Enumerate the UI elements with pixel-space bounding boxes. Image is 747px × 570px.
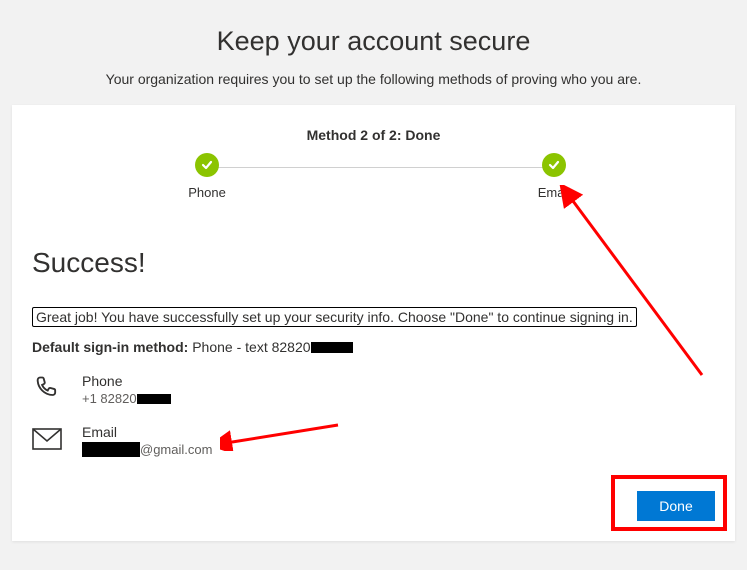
phone-icon <box>32 373 62 403</box>
redacted-text <box>311 342 353 353</box>
default-signin-value: Phone - text 82820 <box>188 339 310 355</box>
page-title: Keep your account secure <box>0 0 747 57</box>
default-signin-label: Default sign-in method: <box>32 339 188 355</box>
method-phone-value: +1 82820 <box>82 391 171 406</box>
default-signin-line: Default sign-in method: Phone - text 828… <box>32 339 715 355</box>
mail-icon <box>32 424 62 454</box>
done-button[interactable]: Done <box>637 491 715 521</box>
method-email-value: @gmail.com <box>82 442 212 457</box>
step-phone-label: Phone <box>177 185 237 200</box>
check-icon <box>195 153 219 177</box>
success-message: Great job! You have successfully set up … <box>32 307 637 327</box>
step-email: Email <box>524 153 584 200</box>
progress-line <box>207 167 555 168</box>
step-phone: Phone <box>177 153 237 200</box>
setup-card: Method 2 of 2: Done Phone Email Success!… <box>12 105 735 541</box>
progress-tracker: Phone Email <box>12 153 735 223</box>
step-email-label: Email <box>524 185 584 200</box>
success-heading: Success! <box>32 247 715 279</box>
check-icon <box>542 153 566 177</box>
method-row-phone: Phone +1 82820 <box>32 373 715 406</box>
redacted-text <box>137 394 171 404</box>
method-phone-label: Phone <box>82 373 171 389</box>
methods-header: Method 2 of 2: Done <box>12 105 735 143</box>
method-email-label: Email <box>82 424 212 440</box>
method-row-email: Email @gmail.com <box>32 424 715 457</box>
page-subtitle: Your organization requires you to set up… <box>0 71 747 87</box>
redacted-text <box>82 442 140 457</box>
